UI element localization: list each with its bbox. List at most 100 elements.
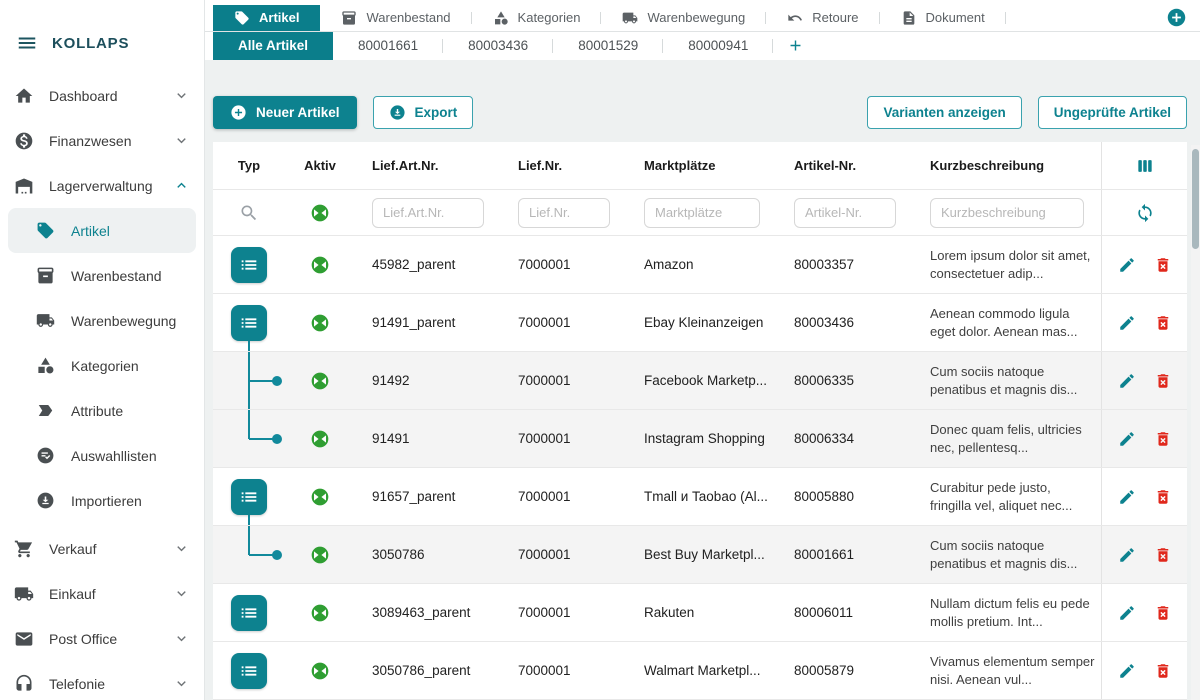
- scrollbar-thumb[interactable]: [1192, 149, 1199, 249]
- marktplatz-cell: Tmall и Taobao (Al...: [627, 468, 777, 525]
- expand-list-button[interactable]: [231, 305, 267, 341]
- edit-icon[interactable]: [1118, 546, 1136, 564]
- active-status-icon[interactable]: [310, 203, 330, 223]
- column-header-artikel-nr[interactable]: Artikel-Nr.: [777, 142, 913, 189]
- sidebar-item-dashboard[interactable]: Dashboard: [0, 73, 204, 118]
- aktiv-cell: [285, 468, 355, 525]
- refresh-icon[interactable]: [1135, 203, 1155, 223]
- sidebar-item-artikel[interactable]: Artikel: [8, 208, 196, 253]
- delete-icon[interactable]: [1154, 314, 1172, 332]
- column-header-aktiv[interactable]: Aktiv: [285, 142, 355, 189]
- tab-label: Dokument: [926, 10, 985, 25]
- subtab-80000941[interactable]: 80000941: [663, 32, 773, 60]
- expand-list-button[interactable]: [231, 653, 267, 689]
- artikel-nr-cell: 80006334: [777, 410, 913, 467]
- edit-icon[interactable]: [1118, 604, 1136, 622]
- menu-icon[interactable]: [16, 32, 38, 54]
- filter-marktplaetze-input[interactable]: [644, 198, 760, 228]
- subtab-80001529[interactable]: 80001529: [553, 32, 663, 60]
- active-status-icon: [310, 255, 330, 275]
- table-filter-row: [213, 190, 1187, 236]
- marktplatz-cell: Rakuten: [627, 584, 777, 641]
- add-article-tab-icon[interactable]: [773, 32, 817, 60]
- edit-icon[interactable]: [1118, 488, 1136, 506]
- delete-icon[interactable]: [1154, 546, 1172, 564]
- edit-icon[interactable]: [1118, 430, 1136, 448]
- filter-kurzbeschreibung-input[interactable]: [930, 198, 1084, 228]
- edit-icon[interactable]: [1118, 662, 1136, 680]
- return-icon: [787, 10, 803, 26]
- sidebar-item-einkauf[interactable]: Einkauf: [0, 571, 204, 616]
- tab-warenbestand[interactable]: Warenbestand: [320, 5, 471, 31]
- scrollbar-track[interactable]: [1191, 145, 1200, 700]
- export-button[interactable]: Export: [373, 96, 474, 129]
- sidebar-item-importieren[interactable]: Importieren: [0, 478, 204, 523]
- delete-icon[interactable]: [1154, 372, 1172, 390]
- expand-list-button[interactable]: [231, 595, 267, 631]
- tab-dokument[interactable]: Dokument: [880, 5, 1006, 31]
- edit-icon[interactable]: [1118, 256, 1136, 274]
- sidebar-item-verkauf[interactable]: Verkauf: [0, 526, 204, 571]
- filter-lief-nr-input[interactable]: [518, 198, 610, 228]
- unchecked-articles-button[interactable]: Ungeprüfte Artikel: [1038, 96, 1187, 129]
- add-tab-icon[interactable]: [1166, 7, 1187, 28]
- subtab-alle-artikel[interactable]: Alle Artikel: [213, 32, 333, 60]
- sidebar-item-post-office[interactable]: Post Office: [0, 616, 204, 661]
- delete-icon[interactable]: [1154, 256, 1172, 274]
- tab-warenbewegung[interactable]: Warenbewegung: [601, 5, 766, 31]
- show-variants-button[interactable]: Varianten anzeigen: [867, 96, 1021, 129]
- column-header-lief-art-nr[interactable]: Lief.Art.Nr.: [355, 142, 501, 189]
- column-header-typ[interactable]: Typ: [213, 142, 285, 189]
- new-article-button[interactable]: Neuer Artikel: [213, 96, 357, 129]
- edit-icon[interactable]: [1118, 314, 1136, 332]
- filter-artikel-nr-input[interactable]: [794, 198, 896, 228]
- lief-nr-cell: 7000001: [501, 410, 627, 467]
- plus-circle-icon: [230, 104, 247, 121]
- filter-lief-art-nr-input[interactable]: [372, 198, 484, 228]
- expand-list-button[interactable]: [231, 479, 267, 515]
- typ-cell: [213, 468, 285, 525]
- column-header-marktplaetze[interactable]: Marktplätze: [627, 142, 777, 189]
- search-icon[interactable]: [239, 203, 259, 223]
- subtab-label: 80003436: [468, 38, 528, 53]
- tree-connector: [249, 438, 274, 440]
- row-actions-cell: [1101, 642, 1187, 699]
- sidebar-item-telefonie[interactable]: Telefonie: [0, 661, 204, 700]
- row-actions-cell: [1101, 294, 1187, 351]
- tree-connector: [248, 410, 250, 439]
- sidebar-item-label: Artikel: [71, 223, 110, 239]
- tree-connector-dot: [272, 434, 282, 444]
- sidebar-item-label: Einkauf: [49, 586, 96, 602]
- column-header-lief-nr[interactable]: Lief.Nr.: [501, 142, 627, 189]
- row-actions-cell: [1101, 236, 1187, 293]
- column-header-kurzbeschreibung[interactable]: Kurzbeschreibung: [913, 142, 1101, 189]
- tag-icon: [36, 221, 56, 241]
- delete-icon[interactable]: [1154, 430, 1172, 448]
- columns-icon[interactable]: [1135, 156, 1155, 176]
- delivery-icon: [14, 584, 34, 604]
- delete-icon[interactable]: [1154, 662, 1172, 680]
- tab-label: Warenbestand: [366, 10, 450, 25]
- row-actions-cell: [1101, 526, 1187, 583]
- sidebar-item-auswahllisten[interactable]: Auswahllisten: [0, 433, 204, 478]
- sidebar-item-warenbestand[interactable]: Warenbestand: [0, 253, 204, 298]
- subtab-80001661[interactable]: 80001661: [333, 32, 443, 60]
- sidebar-item-label: Post Office: [49, 631, 117, 647]
- sidebar-item-warenbewegung[interactable]: Warenbewegung: [0, 298, 204, 343]
- sidebar-item-lagerverwaltung[interactable]: Lagerverwaltung: [0, 163, 204, 208]
- tab-artikel[interactable]: Artikel: [213, 5, 320, 31]
- tab-kategorien[interactable]: Kategorien: [472, 5, 602, 31]
- expand-list-button[interactable]: [231, 247, 267, 283]
- subtab-80003436[interactable]: 80003436: [443, 32, 553, 60]
- delete-icon[interactable]: [1154, 488, 1172, 506]
- sidebar-item-finanzwesen[interactable]: Finanzwesen: [0, 118, 204, 163]
- lief-art-nr-cell: 45982_parent: [355, 236, 501, 293]
- sidebar-item-kategorien[interactable]: Kategorien: [0, 343, 204, 388]
- edit-icon[interactable]: [1118, 372, 1136, 390]
- sidebar-item-attribute[interactable]: Attribute: [0, 388, 204, 433]
- tab-label: Retoure: [812, 10, 858, 25]
- aktiv-cell: [285, 584, 355, 641]
- sidebar-item-label: Warenbewegung: [71, 313, 176, 329]
- tab-retoure[interactable]: Retoure: [766, 5, 879, 31]
- delete-icon[interactable]: [1154, 604, 1172, 622]
